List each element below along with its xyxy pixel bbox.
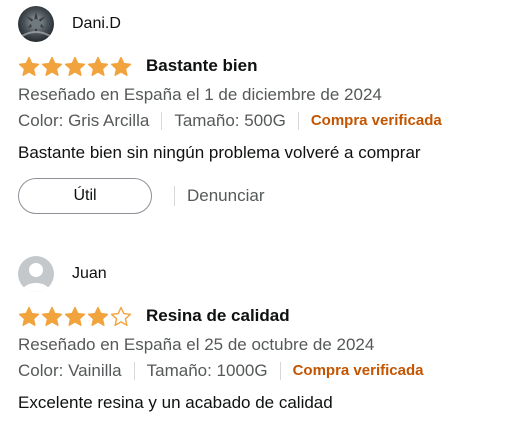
avatar bbox=[18, 6, 54, 42]
avatar bbox=[18, 256, 54, 292]
product-size[interactable]: Tamaño: 500G bbox=[174, 110, 286, 132]
divider bbox=[133, 362, 135, 380]
default-user-avatar-icon bbox=[18, 256, 54, 292]
star-filled-icon bbox=[41, 306, 63, 327]
star-filled-icon bbox=[41, 56, 63, 77]
star-empty-icon bbox=[110, 306, 132, 327]
product-format: Color: Vainilla Tamaño: 1000G Compra ver… bbox=[18, 360, 498, 382]
review-card: Dani.D Bastante bien Reseñado en España … bbox=[18, 6, 498, 214]
star-rating[interactable] bbox=[18, 306, 132, 327]
verified-purchase-badge[interactable]: Compra verificada bbox=[311, 110, 442, 132]
review-card: Juan Resina de calidad Reseñado en Españ… bbox=[18, 256, 498, 414]
star-filled-icon bbox=[64, 306, 86, 327]
verified-purchase-badge[interactable]: Compra verificada bbox=[293, 360, 424, 382]
review-title[interactable]: Bastante bien bbox=[146, 55, 257, 77]
rating-row: Bastante bien bbox=[18, 54, 498, 78]
rating-row: Resina de calidad bbox=[18, 304, 498, 328]
star-filled-icon bbox=[18, 306, 40, 327]
star-filled-icon bbox=[64, 56, 86, 77]
report-link[interactable]: Denunciar bbox=[174, 186, 265, 206]
review-date: Reseñado en España el 1 de diciembre de … bbox=[18, 85, 382, 104]
review-body: Excelente resina y un acabado de calidad bbox=[18, 393, 333, 412]
reviewer-profile[interactable]: Dani.D bbox=[18, 6, 498, 42]
reviewer-name[interactable]: Juan bbox=[72, 264, 107, 284]
product-color[interactable]: Color: Gris Arcilla bbox=[18, 110, 149, 132]
divider bbox=[161, 112, 163, 130]
star-filled-icon bbox=[87, 56, 109, 77]
divider bbox=[297, 112, 299, 130]
divider bbox=[279, 362, 281, 380]
star-filled-icon bbox=[87, 306, 109, 327]
reviewer-name[interactable]: Dani.D bbox=[72, 14, 121, 34]
helpful-button[interactable]: Útil bbox=[18, 178, 152, 214]
review-actions: Útil Denunciar bbox=[18, 178, 498, 214]
review-date: Reseñado en España el 25 de octubre de 2… bbox=[18, 335, 375, 354]
product-format: Color: Gris Arcilla Tamaño: 500G Compra … bbox=[18, 110, 498, 132]
reviewer-profile[interactable]: Juan bbox=[18, 256, 498, 292]
photo-avatar-icon bbox=[18, 6, 54, 42]
star-filled-icon bbox=[110, 56, 132, 77]
review-body: Bastante bien sin ningún problema volver… bbox=[18, 143, 421, 162]
star-rating[interactable] bbox=[18, 56, 132, 77]
review-title[interactable]: Resina de calidad bbox=[146, 305, 290, 327]
star-filled-icon bbox=[18, 56, 40, 77]
product-color[interactable]: Color: Vainilla bbox=[18, 360, 122, 382]
product-size[interactable]: Tamaño: 1000G bbox=[147, 360, 268, 382]
